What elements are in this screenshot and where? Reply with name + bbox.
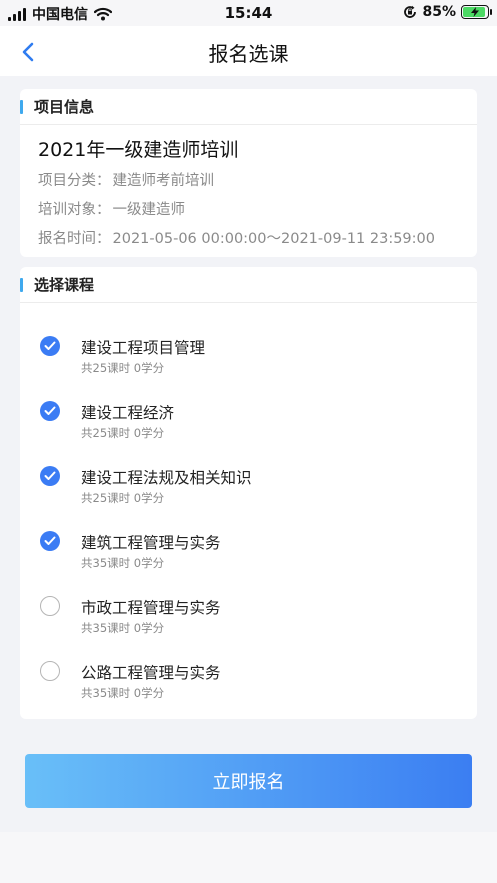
course-meta: 共25课时 0学分 xyxy=(81,491,165,505)
screen-lock-icon xyxy=(404,5,417,18)
battery-percent: 85% xyxy=(422,4,456,20)
course-select-title: 选择课程 xyxy=(34,276,95,294)
info-label: 培训对象： xyxy=(38,202,111,218)
battery-charging-icon xyxy=(461,5,492,19)
course-item[interactable]: 建设工程法规及相关知识 共25课时 0学分 xyxy=(20,457,477,513)
checkbox-checked-icon[interactable] xyxy=(40,336,60,356)
checkbox-checked-icon[interactable] xyxy=(40,401,60,421)
course-name: 建设工程法规及相关知识 xyxy=(81,469,252,487)
status-bar: 中国电信 15:44 85% xyxy=(0,0,497,26)
info-row-period: 报名时间： 2021-05-06 00:00:00～2021-09-11 23:5… xyxy=(38,227,435,248)
back-button[interactable] xyxy=(12,36,44,68)
course-meta: 共35课时 0学分 xyxy=(81,686,165,700)
section-accent-bar xyxy=(20,100,23,114)
course-item[interactable]: 建设工程项目管理 共25课时 0学分 xyxy=(20,327,477,383)
course-meta: 共35课时 0学分 xyxy=(81,621,165,635)
project-info-card: 项目信息 2021年一级建造师培训 项目分类： 建造师考前培训 培训对象： 一级建造… xyxy=(20,89,477,257)
course-meta: 共25课时 0学分 xyxy=(81,361,165,375)
chevron-left-icon xyxy=(22,42,34,62)
course-name: 建筑工程管理与实务 xyxy=(81,534,221,552)
info-value: 建造师考前培训 xyxy=(112,173,215,189)
info-row-category: 项目分类： 建造师考前培训 xyxy=(38,169,214,190)
project-name: 2021年一级建造师培训 xyxy=(38,139,239,161)
bottom-safe-area xyxy=(0,832,497,883)
status-right: 85% xyxy=(403,4,492,20)
project-info-header: 项目信息 xyxy=(20,89,477,125)
info-value: 一级建造师 xyxy=(112,202,186,218)
course-select-card: 选择课程 建设工程项目管理 共25课时 0学分 建设工程经济 共25课时 0学分… xyxy=(20,267,477,719)
course-item[interactable]: 建设工程经济 共25课时 0学分 xyxy=(20,392,477,448)
section-accent-bar xyxy=(20,278,23,292)
course-item[interactable]: 市政工程管理与实务 共35课时 0学分 xyxy=(20,587,477,643)
course-meta: 共35课时 0学分 xyxy=(81,556,165,570)
course-meta: 共25课时 0学分 xyxy=(81,426,165,440)
checkbox-unchecked-icon[interactable] xyxy=(40,661,60,681)
nav-bar: 报名选课 xyxy=(0,26,497,76)
checkbox-unchecked-icon[interactable] xyxy=(40,596,60,616)
course-item[interactable]: 公路工程管理与实务 共35课时 0学分 xyxy=(20,652,477,708)
course-name: 建设工程经济 xyxy=(81,404,175,422)
course-name: 公路工程管理与实务 xyxy=(81,664,221,682)
info-row-target: 培训对象： 一级建造师 xyxy=(38,198,185,219)
course-name: 市政工程管理与实务 xyxy=(81,599,221,617)
course-name: 建设工程项目管理 xyxy=(81,339,206,357)
course-select-header: 选择课程 xyxy=(20,267,477,303)
info-label: 报名时间： xyxy=(38,231,111,247)
page-title: 报名选课 xyxy=(208,42,289,66)
checkbox-checked-icon[interactable] xyxy=(40,466,60,486)
info-label: 项目分类： xyxy=(38,173,111,189)
enroll-now-button[interactable]: 立即报名 xyxy=(25,754,472,808)
info-value: 2021-05-06 00:00:00～2021-09-11 23:59:00 xyxy=(112,231,436,247)
checkbox-checked-icon[interactable] xyxy=(40,531,60,551)
project-info-title: 项目信息 xyxy=(34,98,95,116)
course-item[interactable]: 建筑工程管理与实务 共35课时 0学分 xyxy=(20,522,477,578)
